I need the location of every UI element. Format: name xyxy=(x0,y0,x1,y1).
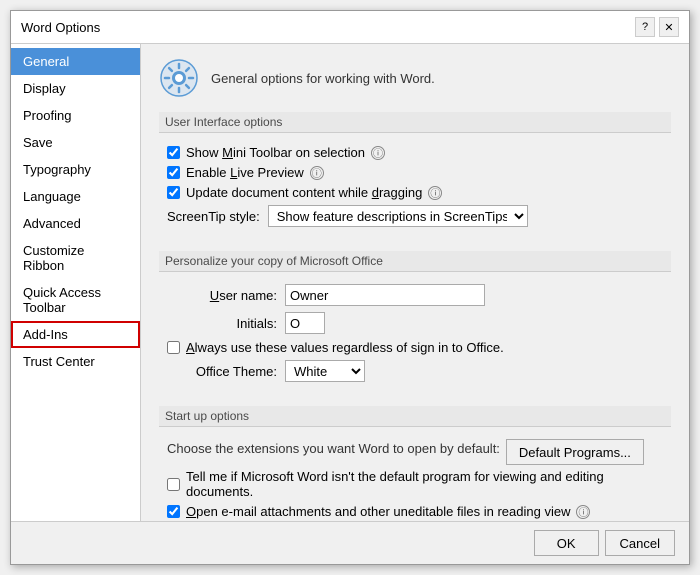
screentip-label: ScreenTip style: xyxy=(167,209,260,224)
live-preview-row: Enable Live Preview ⓘ xyxy=(167,165,663,180)
office-theme-select[interactable]: White Light Gray Dark Gray Black Colorfu… xyxy=(285,360,365,382)
update-content-checkbox[interactable] xyxy=(167,186,180,199)
ui-options-header: User Interface options xyxy=(159,112,671,133)
update-content-label: Update document content while dragging xyxy=(186,185,422,200)
screentip-select[interactable]: Show feature descriptions in ScreenTips … xyxy=(268,205,528,227)
mini-toolbar-info-icon[interactable]: ⓘ xyxy=(371,146,385,160)
sidebar-item-general[interactable]: General xyxy=(11,48,140,75)
mini-toolbar-row: Show Mini Toolbar on selection ⓘ xyxy=(167,145,663,160)
sidebar-item-language[interactable]: Language xyxy=(11,183,140,210)
sidebar: GeneralDisplayProofingSaveTypographyLang… xyxy=(11,44,141,521)
username-label: User name: xyxy=(167,288,277,303)
default-check-row: Tell me if Microsoft Word isn't the defa… xyxy=(167,469,663,499)
sidebar-item-trust-center[interactable]: Trust Center xyxy=(11,348,140,375)
startup-header: Start up options xyxy=(159,406,671,427)
ui-options-content: Show Mini Toolbar on selection ⓘ Enable … xyxy=(159,141,671,237)
sidebar-item-typography[interactable]: Typography xyxy=(11,156,140,183)
ok-button[interactable]: OK xyxy=(534,530,599,556)
sidebar-item-save[interactable]: Save xyxy=(11,129,140,156)
main-content: General options for working with Word. U… xyxy=(141,44,689,521)
title-bar: Word Options ? ✕ xyxy=(11,11,689,44)
sidebar-item-customize-ribbon[interactable]: Customize Ribbon xyxy=(11,237,140,279)
always-values-row: Always use these values regardless of si… xyxy=(167,340,663,355)
startup-section: Start up options Choose the extensions y… xyxy=(159,406,671,521)
dialog-title: Word Options xyxy=(21,20,100,35)
default-check-label: Tell me if Microsoft Word isn't the defa… xyxy=(186,469,663,499)
always-values-checkbox[interactable] xyxy=(167,341,180,354)
sidebar-item-quick-access[interactable]: Quick Access Toolbar xyxy=(11,279,140,321)
username-row: User name: xyxy=(167,284,663,306)
screentip-row: ScreenTip style: Show feature descriptio… xyxy=(167,205,663,227)
live-preview-info-icon[interactable]: ⓘ xyxy=(310,166,324,180)
close-button[interactable]: ✕ xyxy=(659,17,679,37)
live-preview-checkbox[interactable] xyxy=(167,166,180,179)
word-options-dialog: Word Options ? ✕ GeneralDisplayProofingS… xyxy=(10,10,690,565)
email-attach-info-icon[interactable]: ⓘ xyxy=(576,505,590,519)
sidebar-item-add-ins[interactable]: Add-Ins xyxy=(11,321,140,348)
ui-options-section: User Interface options Show Mini Toolbar… xyxy=(159,112,671,237)
email-attach-checkbox[interactable] xyxy=(167,505,180,518)
mini-toolbar-checkbox[interactable] xyxy=(167,146,180,159)
content-header: General options for working with Word. xyxy=(159,58,671,98)
general-icon xyxy=(159,58,199,98)
startup-description: Choose the extensions you want Word to o… xyxy=(167,441,500,456)
initials-label: Initials: xyxy=(167,316,277,331)
initials-input[interactable] xyxy=(285,312,325,334)
email-attach-label: Open e-mail attachments and other unedit… xyxy=(186,504,570,519)
default-programs-row: Choose the extensions you want Word to o… xyxy=(167,439,663,465)
always-values-label: Always use these values regardless of si… xyxy=(186,340,504,355)
office-theme-row: Office Theme: White Light Gray Dark Gray… xyxy=(167,360,663,382)
initials-row: Initials: xyxy=(167,312,663,334)
content-description: General options for working with Word. xyxy=(211,71,435,86)
sidebar-item-proofing[interactable]: Proofing xyxy=(11,102,140,129)
dialog-footer: OK Cancel xyxy=(11,521,689,564)
personalize-header: Personalize your copy of Microsoft Offic… xyxy=(159,251,671,272)
help-button[interactable]: ? xyxy=(635,17,655,37)
cancel-button[interactable]: Cancel xyxy=(605,530,675,556)
email-attach-row: Open e-mail attachments and other unedit… xyxy=(167,504,663,519)
live-preview-label: Enable Live Preview xyxy=(186,165,304,180)
sidebar-item-display[interactable]: Display xyxy=(11,75,140,102)
update-content-info-icon[interactable]: ⓘ xyxy=(428,186,442,200)
sidebar-item-advanced[interactable]: Advanced xyxy=(11,210,140,237)
username-input[interactable] xyxy=(285,284,485,306)
dialog-body: GeneralDisplayProofingSaveTypographyLang… xyxy=(11,44,689,521)
default-programs-button[interactable]: Default Programs... xyxy=(506,439,644,465)
default-check-checkbox[interactable] xyxy=(167,478,180,491)
personalize-content: User name: Initials: Always use these va… xyxy=(159,280,671,392)
update-content-row: Update document content while dragging ⓘ xyxy=(167,185,663,200)
startup-content: Choose the extensions you want Word to o… xyxy=(159,435,671,521)
mini-toolbar-label: Show Mini Toolbar on selection xyxy=(186,145,365,160)
personalize-section: Personalize your copy of Microsoft Offic… xyxy=(159,251,671,392)
title-bar-controls: ? ✕ xyxy=(635,17,679,37)
office-theme-label: Office Theme: xyxy=(167,364,277,379)
